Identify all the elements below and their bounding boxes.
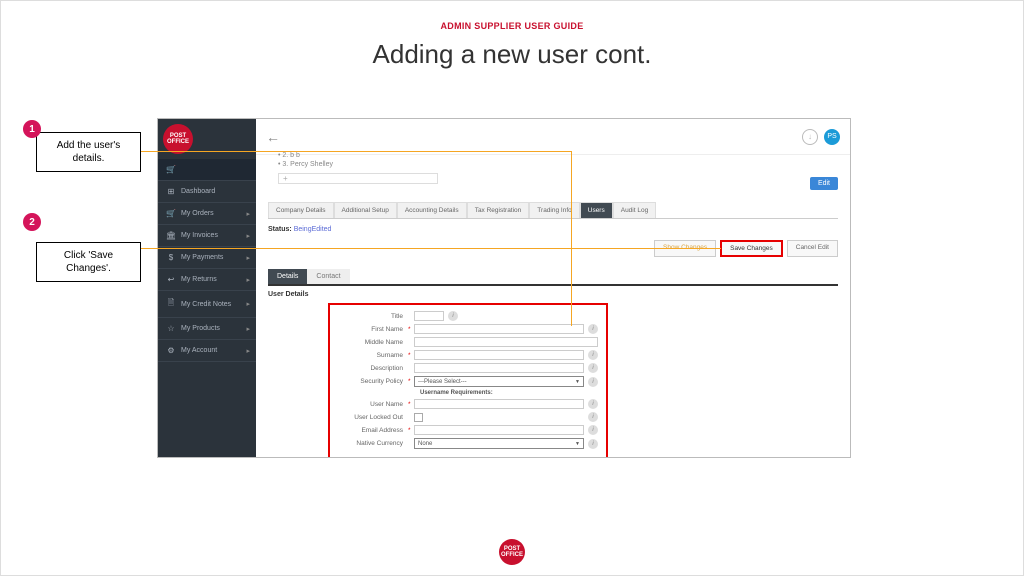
- help-icon[interactable]: i: [588, 399, 598, 409]
- subtab-row: Details Contact: [268, 269, 838, 286]
- guide-header: ADMIN SUPPLIER USER GUIDE: [1, 1, 1023, 39]
- input-title[interactable]: [414, 311, 444, 321]
- label-username: User Name: [338, 401, 408, 408]
- crumb-item[interactable]: • 3. Percy Shelley: [278, 160, 838, 169]
- help-icon[interactable]: i: [588, 377, 598, 387]
- username-subhead: Username Requirements:: [420, 390, 598, 396]
- sidebar-item-active[interactable]: 🛒: [158, 159, 256, 181]
- tab-company[interactable]: Company Details: [268, 202, 334, 218]
- doc-icon: 🗎: [166, 297, 176, 311]
- subtab-details[interactable]: Details: [268, 269, 307, 284]
- edit-button[interactable]: Edit: [810, 177, 838, 190]
- bank-icon: 🏛: [166, 231, 176, 240]
- sidebar-item-products[interactable]: ☆My Products▸: [158, 318, 256, 340]
- tab-users[interactable]: Users: [580, 202, 613, 218]
- tab-additional[interactable]: Additional Setup: [334, 202, 397, 218]
- tab-row: Company Details Additional Setup Account…: [268, 202, 838, 219]
- sidebar-item-invoices[interactable]: 🏛My Invoices▸: [158, 225, 256, 247]
- select-security-policy[interactable]: ---Please Select---: [414, 376, 584, 387]
- label-first: First Name: [338, 326, 408, 333]
- help-icon[interactable]: i: [588, 425, 598, 435]
- checkbox-locked[interactable]: [414, 413, 423, 422]
- section-heading: User Details: [268, 291, 838, 298]
- grid-icon: ⊞: [166, 187, 176, 196]
- select-currency[interactable]: None: [414, 438, 584, 449]
- sidebar-item-dashboard[interactable]: ⊞Dashboard: [158, 181, 256, 203]
- cancel-edit-button[interactable]: Cancel Edit: [787, 240, 838, 257]
- save-changes-button[interactable]: Save Changes: [720, 240, 783, 257]
- page-title: Adding a new user cont.: [1, 39, 1023, 70]
- chevron-right-icon: ▸: [246, 232, 250, 240]
- callout-box-2: Click 'Save Changes'.: [36, 242, 141, 282]
- tab-audit[interactable]: Audit Log: [613, 202, 656, 218]
- user-details-form: Titlei First Name*i Middle Name Surname*…: [328, 303, 608, 458]
- help-icon[interactable]: i: [588, 350, 598, 360]
- label-policy: Security Policy: [338, 378, 408, 385]
- status-row: Status: BeingEdited: [268, 226, 838, 233]
- status-label: Status:: [268, 226, 292, 233]
- sidebar-item-account[interactable]: ⚙My Account▸: [158, 340, 256, 362]
- crumb-item[interactable]: • 2. b b: [278, 151, 838, 160]
- chevron-right-icon: ▸: [246, 276, 250, 284]
- sidebar-item-payments[interactable]: $My Payments▸: [158, 247, 256, 269]
- callout-box-1: Add the user's details.: [36, 132, 141, 172]
- label-surname: Surname: [338, 352, 408, 359]
- gear-icon: ⚙: [166, 346, 176, 355]
- label-locked: User Locked Out: [338, 414, 408, 421]
- input-email[interactable]: [414, 425, 584, 435]
- star-icon: ☆: [166, 324, 176, 333]
- sidebar: POST OFFICE 🛒 ⊞Dashboard 🛒My Orders▸ 🏛My…: [158, 119, 256, 457]
- label-currency: Native Currency: [338, 440, 408, 447]
- label-middle: Middle Name: [338, 339, 408, 346]
- help-icon[interactable]: i: [588, 363, 598, 373]
- input-middle-name[interactable]: [414, 337, 598, 347]
- sidebar-item-returns[interactable]: ↩My Returns▸: [158, 269, 256, 291]
- subtab-contact[interactable]: Contact: [307, 269, 349, 284]
- callout-marker-2: 2: [23, 213, 41, 231]
- input-description[interactable]: [414, 363, 584, 373]
- dollar-icon: $: [166, 253, 176, 262]
- add-row-button[interactable]: +: [278, 173, 438, 184]
- chevron-right-icon: ▸: [246, 210, 250, 218]
- input-surname[interactable]: [414, 350, 584, 360]
- sidebar-item-orders[interactable]: 🛒My Orders▸: [158, 203, 256, 225]
- label-desc: Description: [338, 365, 408, 372]
- tab-tax[interactable]: Tax Registration: [467, 202, 530, 218]
- help-icon[interactable]: i: [588, 324, 598, 334]
- nav-icon: 🛒: [166, 165, 176, 174]
- sidebar-item-credit[interactable]: 🗎My Credit Notes▸: [158, 291, 256, 318]
- help-icon[interactable]: i: [588, 439, 598, 449]
- label-title: Title: [338, 313, 408, 320]
- app-screenshot: POST OFFICE 🛒 ⊞Dashboard 🛒My Orders▸ 🏛My…: [157, 118, 851, 458]
- main-content: • 2. b b • 3. Percy Shelley + Edit Compa…: [256, 141, 850, 457]
- input-first-name[interactable]: [414, 324, 584, 334]
- help-icon[interactable]: i: [448, 311, 458, 321]
- chevron-right-icon: ▸: [246, 300, 250, 308]
- chevron-right-icon: ▸: [246, 347, 250, 355]
- cart-icon: 🛒: [166, 209, 176, 218]
- tab-accounting[interactable]: Accounting Details: [397, 202, 467, 218]
- label-email: Email Address: [338, 427, 408, 434]
- help-icon[interactable]: i: [588, 412, 598, 422]
- return-icon: ↩: [166, 275, 176, 284]
- breadcrumb: • 2. b b • 3. Percy Shelley: [278, 151, 838, 169]
- callout-marker-1: 1: [23, 120, 41, 138]
- chevron-right-icon: ▸: [246, 254, 250, 262]
- tab-trading[interactable]: Trading Info: [529, 202, 579, 218]
- chevron-right-icon: ▸: [246, 325, 250, 333]
- status-value: BeingEdited: [294, 226, 332, 233]
- footer-logo: POST OFFICE: [499, 539, 525, 565]
- brand-logo: POST OFFICE: [163, 124, 193, 154]
- input-username[interactable]: [414, 399, 584, 409]
